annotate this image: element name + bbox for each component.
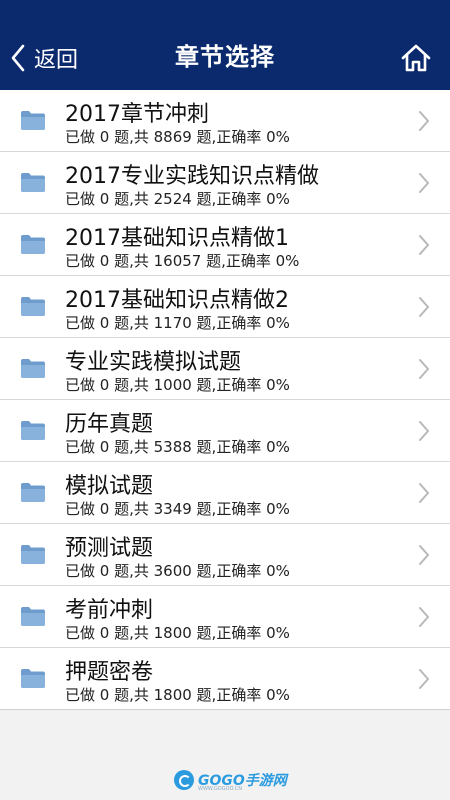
chevron-right-icon (419, 421, 429, 441)
chevron-right-icon (419, 359, 429, 379)
chapter-title: 押题密卷 (65, 660, 154, 685)
chapter-title: 考前冲刺 (65, 598, 154, 623)
chapter-row[interactable]: 专业实践模拟试题 已做 0 题,共 1000 题,正确率 0% (0, 338, 450, 400)
chapter-row[interactable]: 2017专业实践知识点精做 已做 0 题,共 2524 题,正确率 0% (0, 152, 450, 214)
chapter-stats: 已做 0 题,共 1000 题,正确率 0% (65, 376, 290, 394)
chapter-title: 2017基础知识点精做1 (65, 226, 289, 251)
chapter-row[interactable]: 2017基础知识点精做1 已做 0 题,共 16057 题,正确率 0% (0, 214, 450, 276)
watermark: GOGO手游网 WWW.GOGOO.CN (174, 768, 287, 792)
chapter-stats: 已做 0 题,共 8869 题,正确率 0% (65, 128, 290, 146)
folder-icon (21, 359, 45, 378)
home-button[interactable] (400, 42, 432, 74)
status-bar (0, 0, 450, 24)
chapter-title: 2017基础知识点精做2 (65, 288, 289, 313)
folder-icon (21, 607, 45, 626)
chapter-title: 专业实践模拟试题 (65, 350, 242, 375)
chapter-list: 2017章节冲刺 已做 0 题,共 8869 题,正确率 0% 2017专业实践… (0, 90, 450, 710)
chapter-row[interactable]: 历年真题 已做 0 题,共 5388 题,正确率 0% (0, 400, 450, 462)
folder-icon (21, 669, 45, 688)
chevron-right-icon (419, 173, 429, 193)
chevron-right-icon (419, 297, 429, 317)
chapter-row[interactable]: 2017基础知识点精做2 已做 0 题,共 1170 题,正确率 0% (0, 276, 450, 338)
chapter-stats: 已做 0 题,共 16057 题,正确率 0% (65, 252, 300, 270)
chapter-row[interactable]: 考前冲刺 已做 0 题,共 1800 题,正确率 0% (0, 586, 450, 648)
chapter-row[interactable]: 押题密卷 已做 0 题,共 1800 题,正确率 0% (0, 648, 450, 709)
chevron-right-icon (419, 111, 429, 131)
folder-icon (21, 421, 45, 440)
chevron-right-icon (419, 483, 429, 503)
chevron-right-icon (419, 545, 429, 565)
chapter-title: 历年真题 (65, 412, 154, 437)
chevron-right-icon (419, 607, 429, 627)
chapter-row[interactable]: 2017章节冲刺 已做 0 题,共 8869 题,正确率 0% (0, 90, 450, 152)
chapter-title: 预测试题 (65, 536, 154, 561)
chapter-stats: 已做 0 题,共 2524 题,正确率 0% (65, 190, 290, 208)
folder-icon (21, 483, 45, 502)
chapter-title: 模拟试题 (65, 474, 154, 499)
chapter-row[interactable]: 预测试题 已做 0 题,共 3600 题,正确率 0% (0, 524, 450, 586)
folder-icon (21, 545, 45, 564)
chevron-left-icon (11, 44, 25, 72)
back-label: 返回 (34, 48, 79, 73)
chapter-stats: 已做 0 题,共 1800 题,正确率 0% (65, 624, 290, 642)
chapter-title: 2017专业实践知识点精做 (65, 164, 319, 189)
folder-icon (21, 173, 45, 192)
chapter-stats: 已做 0 题,共 3349 题,正确率 0% (65, 500, 290, 518)
chapter-stats: 已做 0 题,共 1170 题,正确率 0% (65, 314, 290, 332)
chapter-stats: 已做 0 题,共 5388 题,正确率 0% (65, 438, 290, 456)
chapter-row[interactable]: 模拟试题 已做 0 题,共 3349 题,正确率 0% (0, 462, 450, 524)
watermark-domain: WWW.GOGOO.CN (198, 786, 243, 792)
chapter-title: 2017章节冲刺 (65, 102, 209, 127)
chapter-stats: 已做 0 题,共 3600 题,正确率 0% (65, 562, 290, 580)
folder-icon (21, 111, 45, 130)
back-button[interactable]: 返回 (10, 38, 78, 78)
navigation-bar: 返回 章节选择 (0, 24, 450, 90)
chevron-right-icon (419, 235, 429, 255)
home-icon (401, 44, 431, 72)
folder-icon (21, 297, 45, 316)
chevron-right-icon (419, 669, 429, 689)
watermark-logo-icon (174, 770, 194, 790)
chapter-stats: 已做 0 题,共 1800 题,正确率 0% (65, 686, 290, 704)
folder-icon (21, 235, 45, 254)
